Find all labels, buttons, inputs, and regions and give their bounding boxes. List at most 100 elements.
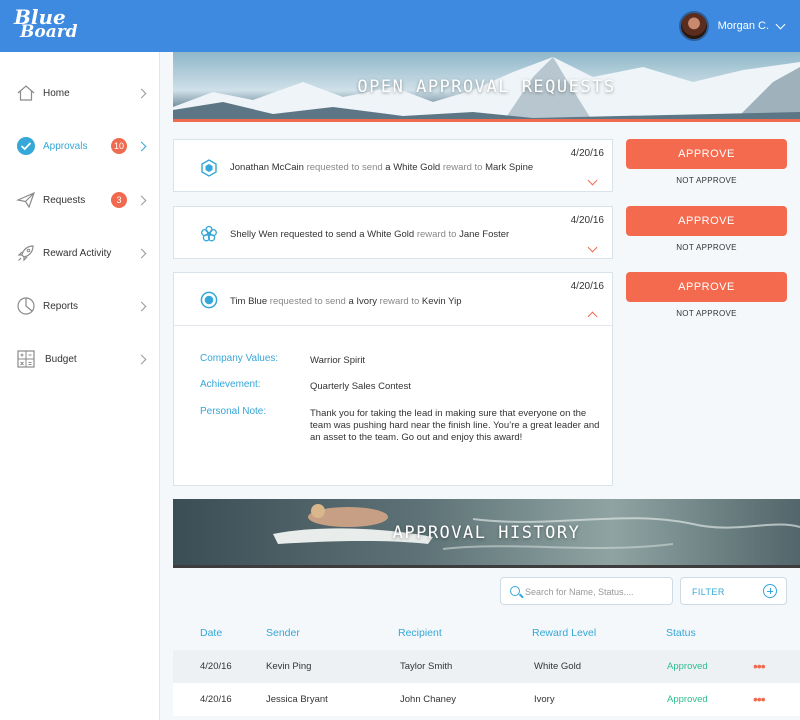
- row-recipient: Taylor Smith: [400, 661, 453, 672]
- filter-label: FILTER: [692, 587, 725, 597]
- requests-count-badge: 3: [111, 192, 127, 208]
- sidebar-item-requests[interactable]: Requests 3: [0, 180, 160, 220]
- achievement-label: Achievement:: [200, 379, 261, 390]
- column-header-date[interactable]: Date: [200, 627, 222, 639]
- chevron-right-icon: [136, 354, 147, 364]
- recipient-name: Jane Foster: [459, 229, 510, 240]
- column-header-reward-level[interactable]: Reward Level: [532, 627, 596, 639]
- approval-history-banner: APPROVAL HISTORY: [173, 499, 800, 568]
- avatar: [678, 11, 709, 41]
- request-connector: reward to: [442, 162, 483, 173]
- open-requests-title: OPEN APPROVAL REQUESTS: [357, 77, 616, 97]
- blueboard-logo[interactable]: Blue Board: [14, 7, 78, 42]
- plus-circle-icon: [763, 584, 777, 598]
- request-connector: reward to: [379, 296, 420, 307]
- approvals-count-badge: 10: [111, 138, 127, 154]
- row-recipient: John Chaney: [400, 694, 456, 705]
- open-requests-banner: OPEN APPROVAL REQUESTS: [173, 52, 800, 122]
- not-approve-link[interactable]: NOT APPROVE: [626, 243, 787, 252]
- personal-note-text: Thank you for taking the lead in making …: [310, 408, 600, 443]
- row-sender: Kevin Ping: [266, 661, 312, 672]
- sidebar-item-home[interactable]: Home: [0, 73, 160, 113]
- sidebar-item-budget[interactable]: Budget: [0, 339, 160, 379]
- chevron-right-icon: [136, 88, 147, 98]
- request-article: a: [385, 162, 391, 173]
- rocket-icon: [17, 245, 34, 262]
- achievement-value: Quarterly Sales Contest: [310, 381, 411, 392]
- chevron-down-icon: [775, 19, 786, 29]
- more-options-icon[interactable]: •••: [753, 691, 766, 707]
- history-search-input[interactable]: [525, 583, 669, 601]
- more-options-icon[interactable]: •••: [753, 658, 766, 674]
- row-status: Approved: [667, 694, 708, 705]
- row-date: 4/20/16: [200, 694, 232, 705]
- reward-name: Ivory: [356, 296, 378, 307]
- flower-reward-icon: [201, 225, 217, 242]
- user-menu[interactable]: Morgan C.: [678, 11, 786, 41]
- table-row[interactable]: 4/20/16 Kevin Ping Taylor Smith White Go…: [173, 650, 800, 683]
- request-text: Jonathan McCain requested to send a Whit…: [230, 162, 533, 173]
- pie-chart-icon: [17, 297, 35, 315]
- filter-button[interactable]: FILTER: [680, 577, 787, 605]
- request-text: Shelly Wen requested to send a White Gol…: [230, 229, 509, 240]
- approve-button[interactable]: APPROVE: [626, 272, 787, 302]
- request-verb: requested to send: [269, 296, 346, 307]
- request-date: 4/20/16: [570, 215, 604, 226]
- request-text: Tim Blue requested to send a Ivory rewar…: [230, 296, 462, 307]
- row-date: 4/20/16: [200, 661, 232, 672]
- paper-plane-icon: [16, 191, 36, 209]
- logo-line-2: Board: [20, 22, 78, 42]
- banner-accent-stripe: [173, 119, 800, 122]
- request-card[interactable]: 4/20/16 Shelly Wen requested to send a W…: [173, 206, 613, 259]
- requester-name: Jonathan McCain: [230, 162, 304, 173]
- request-date: 4/20/16: [570, 281, 604, 292]
- sidebar-item-reward-activity[interactable]: Reward Activity: [0, 233, 160, 273]
- sidebar-item-label: Home: [43, 87, 70, 99]
- search-icon: [510, 586, 520, 596]
- reward-name: White Gold: [367, 229, 415, 240]
- history-search-box[interactable]: [500, 577, 673, 605]
- request-card-expanded[interactable]: 4/20/16 Tim Blue requested to send a Ivo…: [173, 272, 613, 486]
- recipient-name: Mark Spine: [485, 162, 534, 173]
- request-card[interactable]: 4/20/16 Jonathan McCain requested to sen…: [173, 139, 613, 192]
- history-table-header: Date Sender Recipient Reward Level Statu…: [173, 614, 800, 650]
- chevron-right-icon: [136, 301, 147, 311]
- approve-button[interactable]: APPROVE: [626, 206, 787, 236]
- row-reward-level: Ivory: [534, 694, 555, 705]
- requester-name: Tim Blue: [230, 296, 268, 307]
- request-article: a: [348, 296, 354, 307]
- sidebar: Home Approvals 10 Requests 3 Reward Acti…: [0, 52, 160, 720]
- banner-accent-stripe: [173, 565, 800, 568]
- sidebar-item-reports[interactable]: Reports: [0, 286, 160, 326]
- request-verb: requested to send: [306, 162, 383, 173]
- not-approve-link[interactable]: NOT APPROVE: [626, 176, 787, 185]
- reward-name: White Gold: [393, 162, 441, 173]
- target-reward-icon: [200, 291, 218, 309]
- column-header-recipient[interactable]: Recipient: [398, 627, 442, 639]
- column-header-status[interactable]: Status: [666, 627, 696, 639]
- approve-button[interactable]: APPROVE: [626, 139, 787, 169]
- sidebar-item-label: Reward Activity: [43, 247, 112, 259]
- row-sender: Jessica Bryant: [266, 694, 328, 705]
- user-name: Morgan C.: [717, 20, 769, 32]
- chevron-down-icon[interactable]: [587, 175, 598, 186]
- not-approve-link[interactable]: NOT APPROVE: [626, 309, 787, 318]
- chevron-down-icon[interactable]: [587, 242, 598, 253]
- table-row[interactable]: 4/20/16 Jessica Bryant John Chaney Ivory…: [173, 683, 800, 716]
- column-header-sender[interactable]: Sender: [266, 627, 300, 639]
- request-verb: requested to send: [280, 229, 357, 240]
- request-date: 4/20/16: [570, 148, 604, 159]
- row-reward-level: White Gold: [534, 661, 581, 672]
- chevron-right-icon: [136, 195, 147, 205]
- hexagon-reward-icon: [201, 159, 217, 177]
- chevron-right-icon: [136, 248, 147, 258]
- sidebar-item-approvals[interactable]: Approvals 10: [0, 126, 160, 166]
- card-divider: [174, 325, 612, 326]
- chevron-up-icon[interactable]: [587, 311, 598, 322]
- request-connector: reward to: [416, 229, 457, 240]
- check-circle-icon: [17, 137, 35, 155]
- home-icon: [17, 85, 35, 101]
- recipient-name: Kevin Yip: [421, 296, 462, 307]
- approval-history-title: APPROVAL HISTORY: [392, 523, 581, 543]
- sidebar-item-label: Approvals: [43, 140, 88, 152]
